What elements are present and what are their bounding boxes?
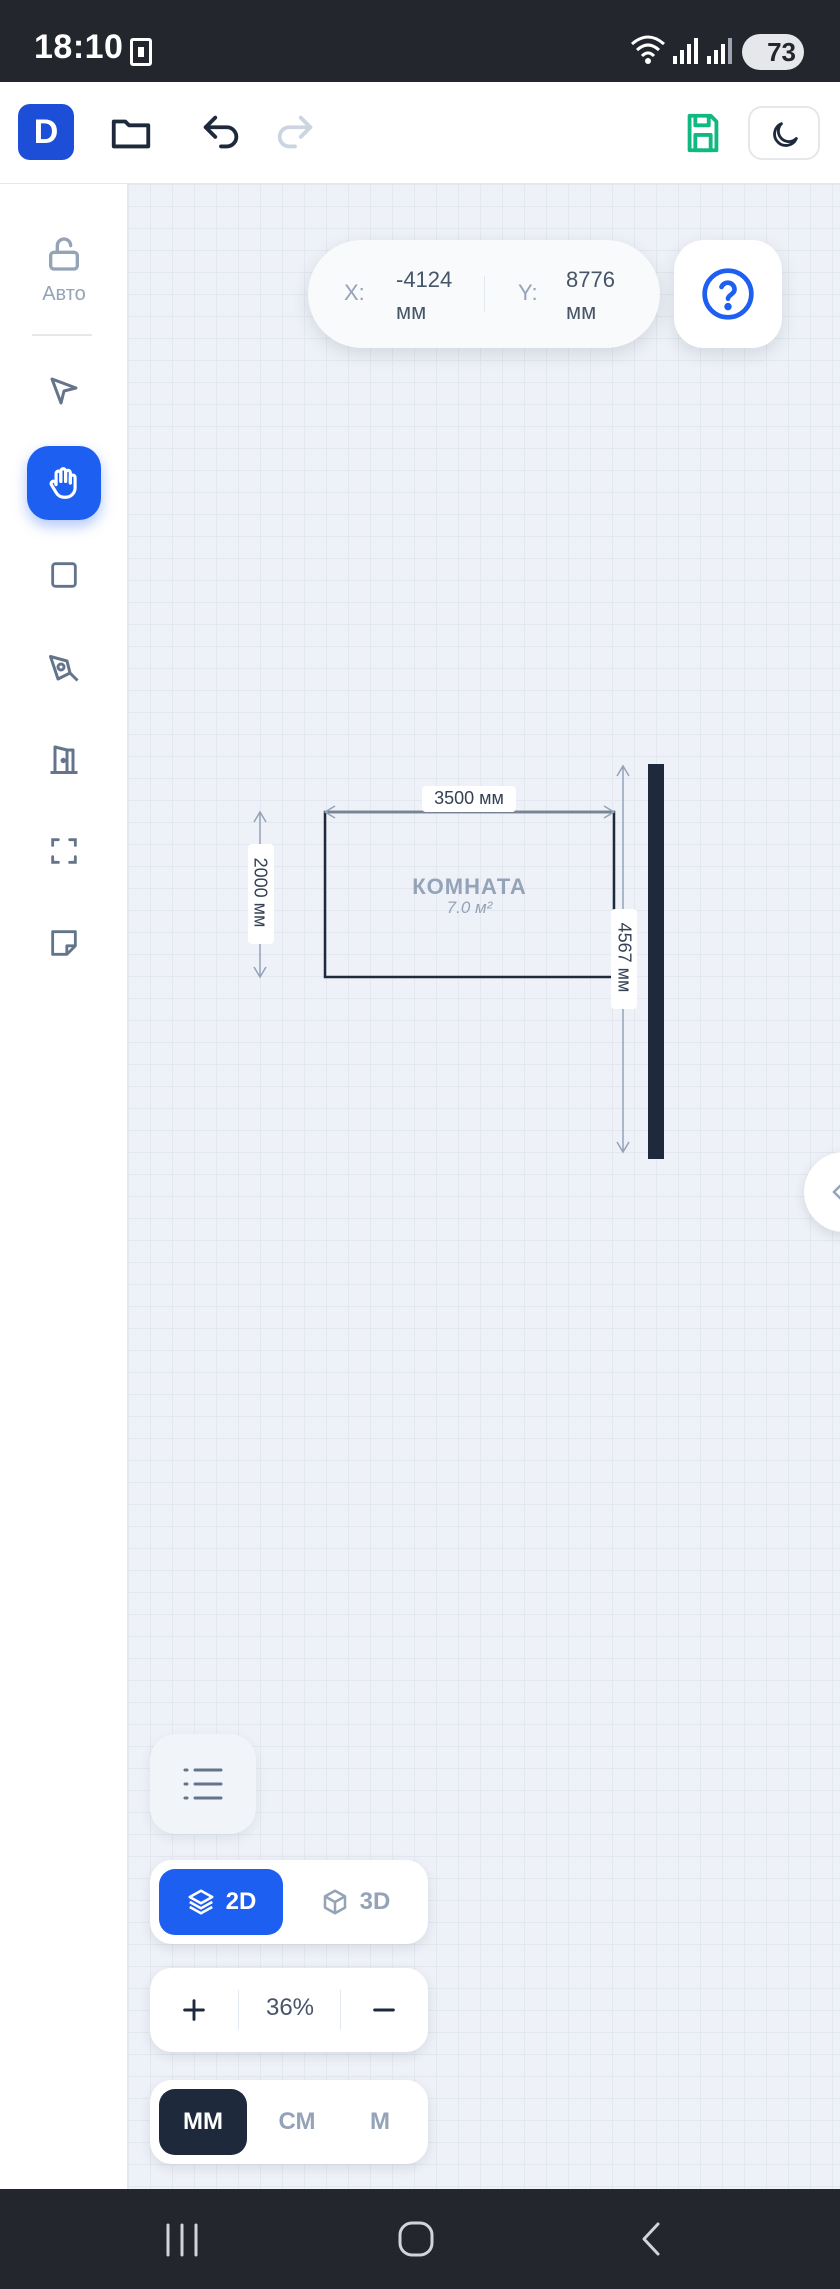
system-navigation-bar <box>0 2189 840 2289</box>
view-2d-label: 2D <box>225 1888 257 1915</box>
height-label: 2000 мм <box>250 857 271 928</box>
home-icon[interactable] <box>396 2219 436 2259</box>
view-3d-label: 3D <box>359 1888 391 1915</box>
layers-icon <box>188 1889 214 1915</box>
signal-icon-2 <box>707 38 732 64</box>
moon-icon <box>773 122 798 147</box>
list-icon <box>183 1768 223 1800</box>
battery-indicator: 73 <box>742 34 804 70</box>
recent-apps-icon[interactable] <box>164 2223 200 2257</box>
unit-cm-button[interactable]: СМ <box>254 2089 340 2155</box>
sidebar-divider <box>32 334 92 336</box>
chevron-left-icon <box>832 1184 840 1200</box>
rectangle-icon <box>51 562 77 588</box>
view-2d-button[interactable]: 2D <box>159 1869 283 1935</box>
sim-card-icon <box>130 38 152 66</box>
status-time: 18:10 <box>34 28 124 66</box>
note-tool[interactable] <box>27 906 101 980</box>
door-tool[interactable] <box>27 722 101 796</box>
folder-icon[interactable] <box>108 110 154 156</box>
hand-icon <box>49 467 77 499</box>
auto-lock-toggle[interactable]: Авто <box>20 234 108 306</box>
zoom-control: 36% <box>150 1968 428 2052</box>
width-label: 3500 мм <box>434 788 504 808</box>
zoom-level: 36% <box>265 1994 315 2021</box>
room-area: 7.0 м² <box>446 898 493 917</box>
zoom-out-button[interactable] <box>354 1977 414 2043</box>
view-mode-toggle: 2D 3D <box>150 1860 428 1944</box>
door-icon <box>50 745 78 774</box>
wall-segment[interactable] <box>648 764 664 1159</box>
undo-icon[interactable] <box>198 110 244 156</box>
layers-list-button[interactable] <box>150 1734 256 1834</box>
signal-icon <box>673 38 698 64</box>
floor-plan[interactable] <box>128 184 840 1384</box>
drawing-canvas[interactable]: X: -4124 мм Y: 8776 мм 3500 мм 2000 мм 456… <box>128 184 840 2189</box>
note-icon <box>51 930 77 956</box>
view-3d-button[interactable]: 3D <box>290 1869 420 1935</box>
pen-icon <box>49 655 79 682</box>
auto-label: Авто <box>42 283 86 305</box>
plus-icon <box>183 1999 205 2021</box>
minus-icon <box>373 2008 395 2012</box>
room-name: КОМНАТА <box>412 874 527 899</box>
frame-icon <box>51 838 77 864</box>
hand-tool[interactable] <box>27 446 101 520</box>
status-bar: 18:10 73 <box>0 0 840 82</box>
unlock-icon <box>49 237 79 271</box>
zoom-separator-left <box>238 1990 239 2030</box>
units-toggle: ММ СМ М <box>150 2080 428 2164</box>
app-logo[interactable]: D <box>18 104 74 160</box>
unit-m-button[interactable]: М <box>340 2089 420 2155</box>
wifi-icon <box>631 35 665 64</box>
top-toolbar: D <box>0 82 840 184</box>
pen-tool[interactable] <box>27 630 101 704</box>
zoom-separator-right <box>340 1990 341 2030</box>
cube-icon <box>323 1889 346 1915</box>
redo-icon[interactable] <box>272 110 318 156</box>
theme-toggle-button[interactable] <box>748 106 820 160</box>
zoom-in-button[interactable] <box>164 1977 224 2043</box>
rectangle-tool[interactable] <box>27 538 101 612</box>
unit-mm-button[interactable]: ММ <box>159 2089 247 2155</box>
back-icon[interactable] <box>636 2221 666 2257</box>
wall-length-label: 4567 мм <box>614 922 635 993</box>
save-icon[interactable] <box>680 110 726 156</box>
frame-tool[interactable] <box>27 814 101 888</box>
pointer-tool[interactable] <box>27 354 101 428</box>
tool-sidebar: Авто <box>0 184 128 2189</box>
pointer-icon <box>50 377 78 405</box>
